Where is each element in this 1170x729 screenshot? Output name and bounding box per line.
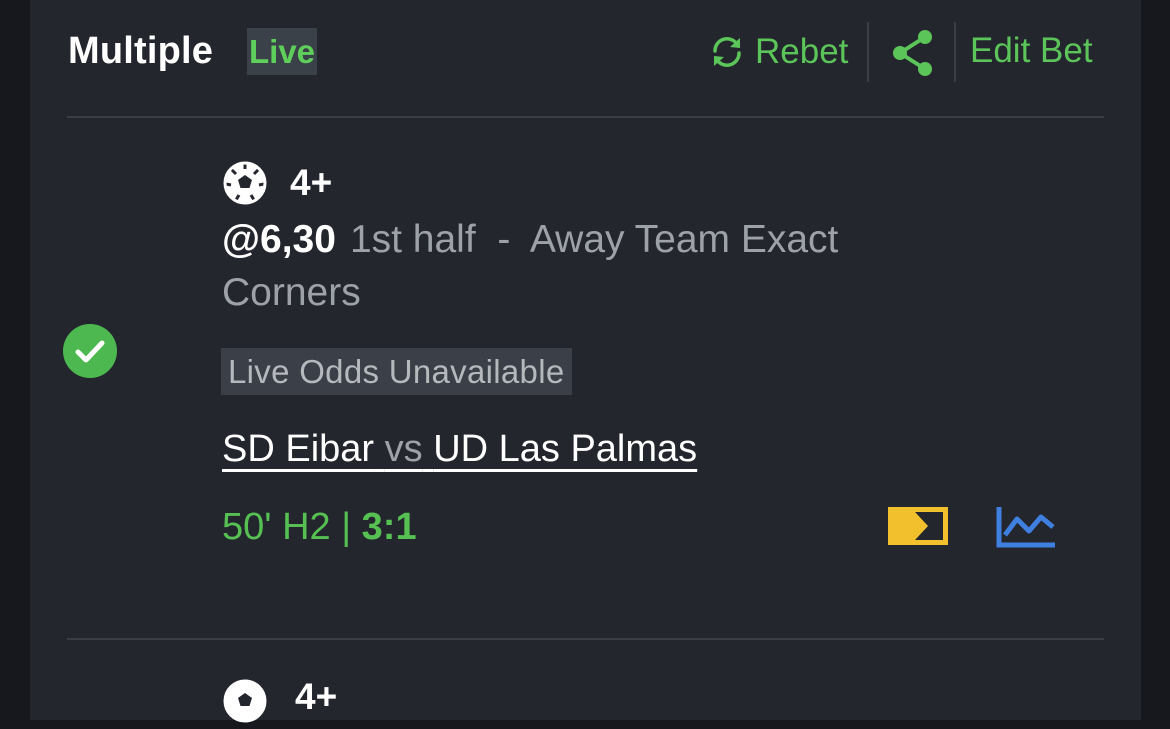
stats-button[interactable] (995, 505, 1057, 554)
rebet-label: Rebet (755, 32, 849, 71)
selection-label: 4+ (290, 162, 333, 203)
share-icon (893, 30, 932, 76)
match-score: 3:1 (361, 506, 417, 548)
selection-separator (67, 638, 1104, 640)
refresh-icon (713, 37, 741, 67)
live-badge: Live (247, 28, 318, 75)
soccer-ball-icon (223, 161, 267, 205)
rebet-button[interactable]: Rebet (709, 28, 848, 76)
selection-header: 4+ (222, 160, 332, 206)
live-stream-icon (888, 507, 948, 545)
match-time: 50' H2 | (222, 506, 362, 548)
share-button[interactable] (887, 24, 939, 87)
header-divider (954, 22, 956, 82)
live-stream-button[interactable] (888, 507, 948, 550)
check-circle-icon (63, 324, 117, 383)
selection-market-line: @6,30 1st half - Away Team Exact Corners (222, 213, 982, 319)
next-selection-label: 4+ (295, 676, 338, 717)
away-team: UD Las Palmas (433, 428, 698, 470)
selection-odds: @6,30 (222, 218, 336, 261)
bet-header: Multiple Live Rebet Edit Bet (30, 0, 1141, 118)
event-link[interactable]: SD Eibar vs UD Las Palmas (222, 428, 697, 471)
header-separator (67, 116, 1104, 118)
live-odds-unavailable-badge: Live Odds Unavailable (221, 348, 572, 395)
stats-chart-icon (996, 507, 1055, 548)
soccer-ball-icon (222, 678, 268, 729)
home-team: SD Eibar (222, 428, 375, 470)
header-divider (867, 22, 869, 82)
bet-card: Multiple Live Rebet Edit Bet 4+ @6,30 1s… (30, 0, 1141, 723)
edit-bet-button[interactable]: Edit Bet (970, 31, 1093, 71)
bet-type-title: Multiple (68, 30, 214, 72)
vs-label: vs (384, 428, 423, 470)
match-status: 50' H2 | 3:1 (222, 506, 417, 549)
